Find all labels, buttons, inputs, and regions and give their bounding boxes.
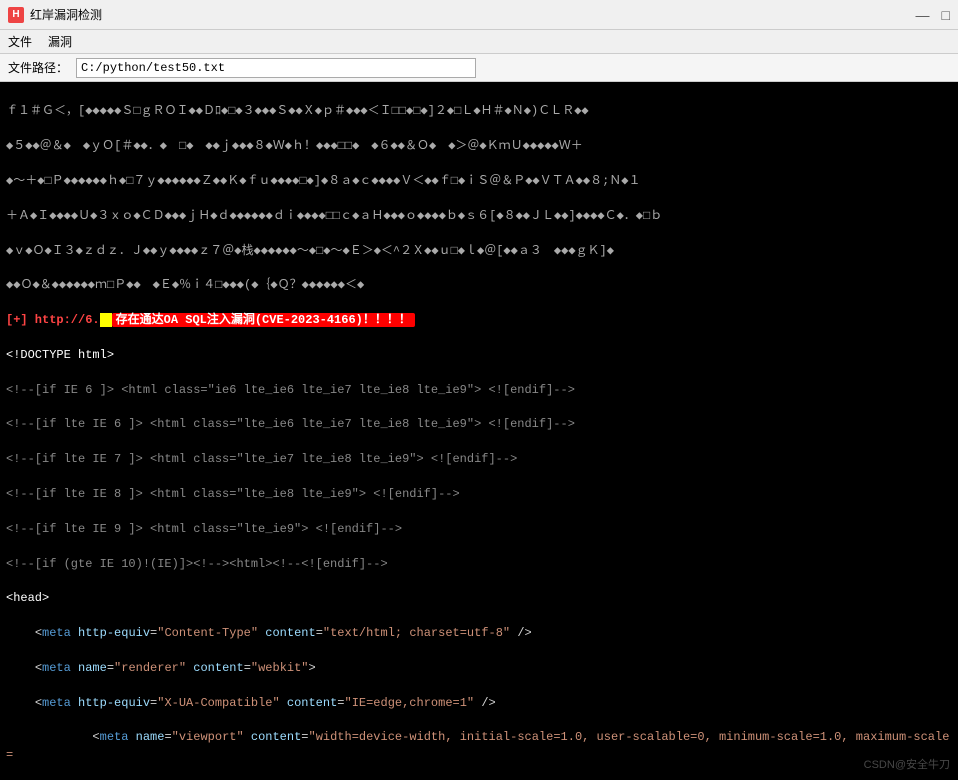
content-line: <!--[if lte IE 7 ]> <html class="lte_ie7…	[6, 451, 952, 468]
content-line: ◆ｖ◆Ｏ◆Ｉ３◆ｚｄｚ．Ｊ◆◆ｙ◆◆◆◆ｚ７＠◆栈◆◆◆◆◆◆～◆□◆～◆Ｅ＞◆…	[6, 243, 952, 260]
content-line: <!DOCTYPE html>	[6, 347, 952, 364]
toolbar: 文件路径：	[0, 54, 958, 82]
maximize-button[interactable]: □	[942, 7, 950, 23]
filepath-input[interactable]	[76, 58, 476, 78]
content-line: <head>	[6, 590, 952, 607]
watermark: CSDN@安全牛刀	[864, 756, 950, 772]
title-controls[interactable]: — □	[916, 7, 950, 23]
menu-item-vuln[interactable]: 漏洞	[48, 33, 72, 50]
content-line: ＋Ａ◆Ｉ◆◆◆◆Ｕ◆３ｘｏ◆ＣＤ◆◆◆ｊＨ◆ｄ◆◆◆◆◆◆ｄｉ◆◆◆◆□□ｃ◆ａ…	[6, 208, 952, 225]
content-line: <meta name="viewport" content="width=dev…	[6, 729, 952, 764]
content-line: ◆～＋◆□Ｐ◆◆◆◆◆◆ｈ◆□７ｙ◆◆◆◆◆◆Ｚ◆◆Ｋ◆ｆｕ◆◆◆◆□◆]◆８ａ…	[6, 173, 952, 190]
main-content[interactable]: ｆ１＃Ｇ＜，[◆◆◆◆◆Ｓ□ｇＲＯＩ◆◆Ｄﾛ◆□◆３◆◆◆Ｓ◆◆Ｘ◆ｐ＃◆◆◆＜…	[0, 82, 958, 780]
content-line: <meta http-equiv="X-UA-Compatible" conte…	[6, 695, 952, 712]
content-line: ｆ１＃Ｇ＜，[◆◆◆◆◆Ｓ□ｇＲＯＩ◆◆Ｄﾛ◆□◆３◆◆◆Ｓ◆◆Ｘ◆ｐ＃◆◆◆＜…	[6, 103, 952, 120]
minimize-button[interactable]: —	[916, 7, 930, 23]
title-left: H 红岸漏洞检测	[8, 6, 102, 23]
menu-item-file[interactable]: 文件	[8, 33, 32, 50]
content-line: <!--[if (gte IE 10)!(IE)]><!--><html><!-…	[6, 556, 952, 573]
content-line: <!--[if lte IE 8 ]> <html class="lte_ie8…	[6, 486, 952, 503]
content-line: <meta http-equiv="Content-Type" content=…	[6, 625, 952, 642]
content-line: [+] http://6. 存在通达OA SQL注入漏洞(CVE-2023-41…	[6, 312, 952, 329]
filepath-label: 文件路径：	[8, 59, 68, 76]
title-bar: H 红岸漏洞检测 — □	[0, 0, 958, 30]
content-line: <!--[if lte IE 9 ]> <html class="lte_ie9…	[6, 521, 952, 538]
content-line: ◆５◆◆＠＆◆ ◆ｙＯ[＃◆◆．◆ □◆ ◆◆ｊ◆◆◆８◆Ｗ◆ｈ！◆◆◆□□◆ …	[6, 138, 952, 155]
app-icon: H	[8, 7, 24, 23]
content-line: ◆◆Ｏ◆＆◆◆◆◆◆◆ｍ□Ｐ◆◆ ◆Ｅ◆％ｉ４□◆◆◆(◆｛◆Ｑ？◆◆◆◆◆◆＜…	[6, 277, 952, 294]
menu-bar: 文件 漏洞	[0, 30, 958, 54]
app-title: 红岸漏洞检测	[30, 6, 102, 23]
content-line: <!--[if IE 6 ]> <html class="ie6 lte_ie6…	[6, 382, 952, 399]
content-line: <meta name="renderer" content="webkit">	[6, 660, 952, 677]
content-line: <!--[if lte IE 6 ]> <html class="lte_ie6…	[6, 416, 952, 433]
